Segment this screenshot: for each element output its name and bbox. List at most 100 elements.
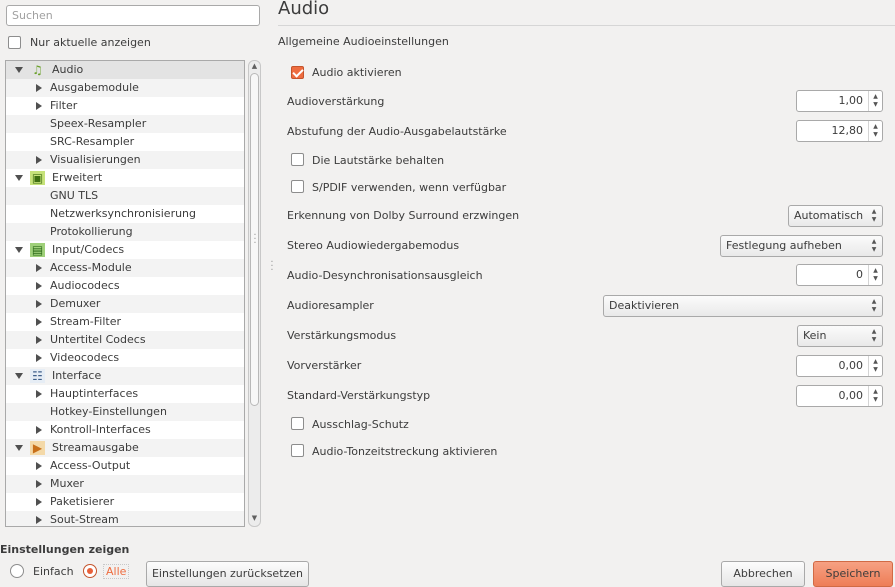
collapsed-arrow-icon[interactable] [36,390,42,398]
collapsed-arrow-icon[interactable] [36,462,42,470]
collapsed-arrow-icon[interactable] [36,264,42,272]
spdif-checkbox[interactable] [291,180,304,193]
settings-tree[interactable]: ♫ Audio Ausgabemodule Filter Speex-Resampler… [5,60,245,527]
spin-arrows-icon[interactable]: ▲ ▼ [868,265,882,285]
tree-category[interactable]: ☷ Interface [6,367,244,385]
collapsed-arrow-icon[interactable] [36,282,42,290]
save-button[interactable]: Speichern [813,561,893,587]
tree-item[interactable]: Hotkey-Einstellungen [6,403,244,421]
desync-spinbox[interactable]: 0 ▲ ▼ [796,264,883,286]
preamp-label: Vorverstärker [287,359,362,372]
collapsed-arrow-icon[interactable] [36,84,42,92]
collapsed-arrow-icon[interactable] [36,516,42,524]
collapsed-arrow-icon[interactable] [36,300,42,308]
scroll-up-icon[interactable]: ▲ [250,62,259,70]
tree-item[interactable]: Demuxer [6,295,244,313]
splitter-handle-icon[interactable]: · · · [269,258,275,276]
tree-item[interactable]: Untertitel Codecs [6,331,244,349]
collapsed-arrow-icon[interactable] [36,102,42,110]
splitter-grip-icon[interactable]: · · · [252,231,258,249]
tree-item[interactable]: Speex-Resampler [6,115,244,133]
spin-arrows-icon[interactable]: ▲ ▼ [868,356,882,376]
spin-arrows-icon[interactable]: ▲ ▼ [868,121,882,141]
tree-item-label: Speex-Resampler [50,117,147,130]
page-title: Audio [278,0,330,19]
tree-category[interactable]: ♫ Audio [6,61,244,79]
resampler-dropdown[interactable]: Deaktivieren ▲ ▼ [603,295,883,317]
only-current-label: Nur aktuelle anzeigen [30,36,151,49]
tree-item[interactable]: Ausgabemodule [6,79,244,97]
gain-spinbox[interactable]: 1,00 ▲ ▼ [796,90,883,112]
tree-item[interactable]: Sout-Stream [6,511,244,526]
tree-item[interactable]: Muxer [6,475,244,493]
dropdown-arrows-icon: ▲ ▼ [871,298,877,313]
dolby-dropdown[interactable]: Automatisch ▲ ▼ [788,205,883,227]
all-radio[interactable] [83,564,97,578]
tree-item-label: Untertitel Codecs [50,333,146,346]
scroll-down-icon[interactable]: ▼ [250,514,259,522]
tree-item-label: Demuxer [50,297,101,310]
only-current-checkbox[interactable] [8,36,21,49]
tree-item[interactable]: Visualisierungen [6,151,244,169]
tree-item-label: Hotkey-Einstellungen [50,405,167,418]
tree-item-label: Kontroll-Interfaces [50,423,151,436]
simple-radio[interactable] [10,564,24,578]
tree-category[interactable]: ▶ Streamausgabe [6,439,244,457]
collapsed-arrow-icon[interactable] [36,318,42,326]
tree-item[interactable]: Hauptinterfaces [6,385,244,403]
spin-arrows-icon[interactable]: ▲ ▼ [868,91,882,111]
preamp-spinbox[interactable]: 0,00 ▲ ▼ [796,355,883,377]
spin-arrows-icon[interactable]: ▲ ▼ [868,386,882,406]
volume-step-spinbox[interactable]: 12,80 ▲ ▼ [796,120,883,142]
dolby-value: Automatisch [794,209,864,222]
keep-volume-checkbox[interactable] [291,153,304,166]
tree-item[interactable]: Access-Module [6,259,244,277]
tree-item[interactable]: Access-Output [6,457,244,475]
gain-label: Audioverstärkung [287,95,385,108]
enable-audio-checkbox[interactable] [291,66,304,79]
tree-item[interactable]: GNU TLS [6,187,244,205]
tree-category[interactable]: ▤ Input/Codecs [6,241,244,259]
expand-arrow-icon[interactable] [15,445,23,451]
tree-item[interactable]: Videocodecs [6,349,244,367]
tree-item[interactable]: Stream-Filter [6,313,244,331]
gain-value: 1,00 [838,94,864,107]
spdif-label: S/PDIF verwenden, wenn verfügbar [312,181,507,194]
simple-label: Einfach [33,565,74,578]
collapsed-arrow-icon[interactable] [36,480,42,488]
tree-item-label: Filter [50,99,78,112]
tree-item[interactable]: Netzwerksynchronisierung [6,205,244,223]
preamp-value: 0,00 [838,359,864,372]
tree-item[interactable]: Paketisierer [6,493,244,511]
tree-item[interactable]: Kontroll-Interfaces [6,421,244,439]
enable-audio-label: Audio aktivieren [312,66,402,79]
tree-category-label: Erweitert [52,171,103,184]
collapsed-arrow-icon[interactable] [36,498,42,506]
tree-item[interactable]: Filter [6,97,244,115]
default-gain-label: Standard-Verstärkungstyp [287,389,431,402]
replay-gain-mode-dropdown[interactable]: Kein ▲ ▼ [797,325,883,347]
collapsed-arrow-icon[interactable] [36,156,42,164]
default-gain-spinbox[interactable]: 0,00 ▲ ▼ [796,385,883,407]
peak-protection-checkbox[interactable] [291,417,304,430]
volume-step-label: Abstufung der Audio-Ausgabelautstärke [287,125,507,138]
collapsed-arrow-icon[interactable] [36,354,42,362]
interface-icon: ☷ [30,369,45,383]
tree-item-label: Access-Output [50,459,131,472]
collapsed-arrow-icon[interactable] [36,426,42,434]
tree-item[interactable]: SRC-Resampler [6,133,244,151]
tree-item[interactable]: Audiocodecs [6,277,244,295]
stereo-mode-dropdown[interactable]: Festlegung aufheben ▲ ▼ [720,235,883,257]
time-stretch-checkbox[interactable] [291,444,304,457]
search-input[interactable]: Suchen [6,5,260,26]
collapsed-arrow-icon[interactable] [36,336,42,344]
expand-arrow-icon[interactable] [15,247,23,253]
tree-item[interactable]: Protokollierung [6,223,244,241]
desync-value: 0 [856,268,863,281]
reset-settings-button[interactable]: Einstellungen zurücksetzen [146,561,309,587]
tree-category[interactable]: ▣ Erweitert [6,169,244,187]
cancel-button[interactable]: Abbrechen [721,561,805,587]
expand-arrow-icon[interactable] [15,175,23,181]
expand-arrow-icon[interactable] [15,373,23,379]
expand-arrow-icon[interactable] [15,67,23,73]
